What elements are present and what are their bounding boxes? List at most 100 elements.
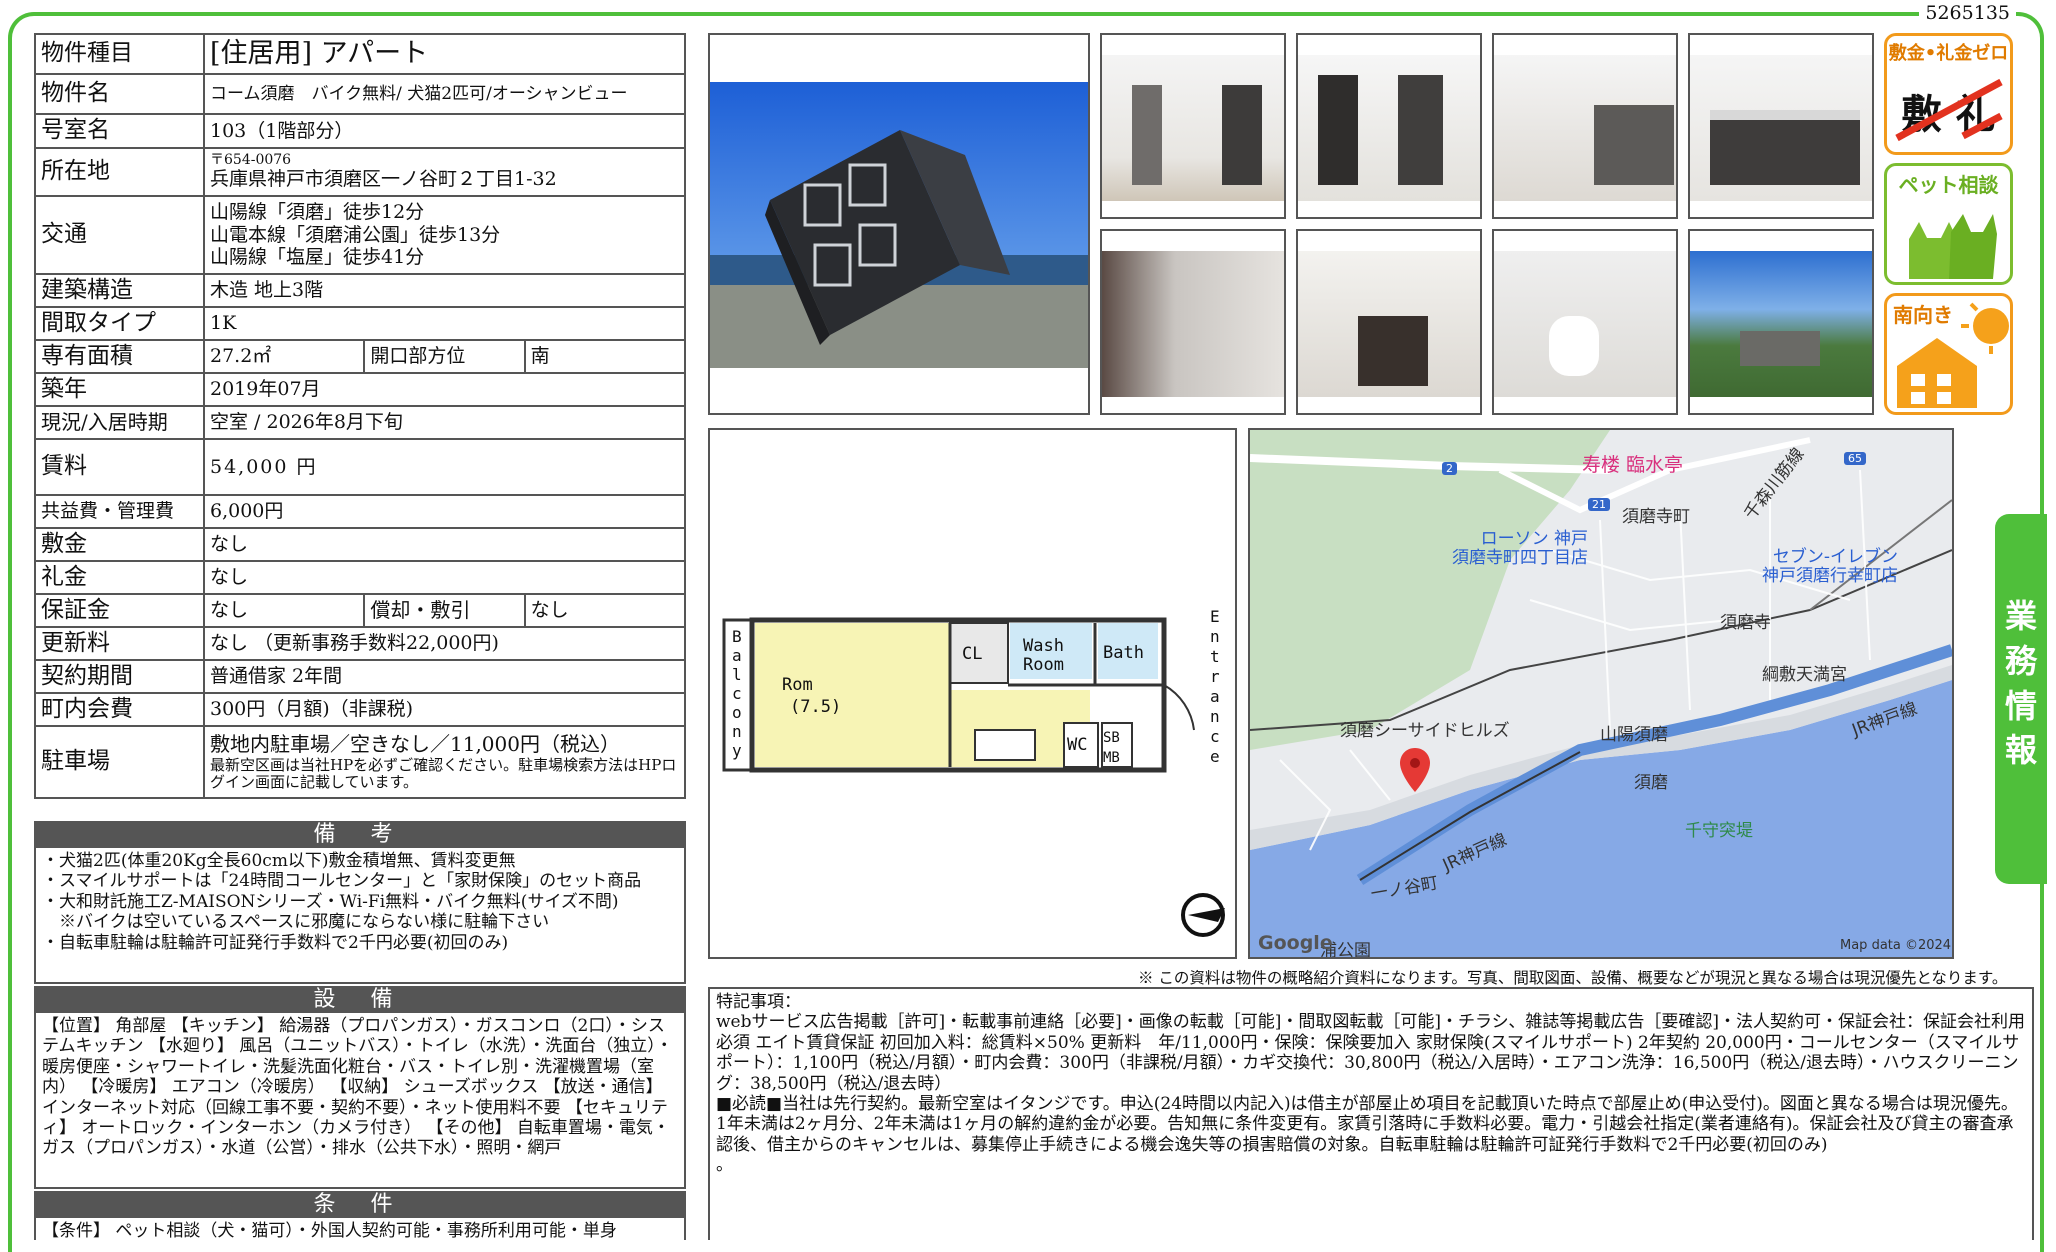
tab-char: 情 <box>2004 686 2037 725</box>
fp-entrance-char: n <box>1210 707 1220 726</box>
fp-entrance-char: e <box>1210 747 1220 766</box>
tab-char: 務 <box>2004 641 2037 680</box>
value-address: 〒654-0076 兵庫県神戸市須磨区一ノ谷町２丁目1-32 <box>203 147 686 197</box>
special-p1: webサービス広告掲載［許可]・転載事前連絡［必要]・画像の転載［可能]・間取図… <box>716 1012 2025 1094</box>
google-logo: Google <box>1258 932 1333 954</box>
map-label: 須磨 <box>1634 773 1668 793</box>
value-parking: 敷地内駐車場／空きなし／11,000円（税込） 最新空区画は当社HPを必ずご確認… <box>203 725 686 799</box>
value-townfee: 300円（月額)（非課税) <box>203 692 686 727</box>
floorplan: Rom (7.5) CL Wash Room Bath WC SB MB Bal… <box>708 428 1237 959</box>
route-marker: 21 <box>1588 498 1610 511</box>
conditions-text: 【条件】 ペット相談（犬・猫可）・外国人契約可能・事務所利用可能・単身 <box>42 1221 617 1240</box>
tab-char: 報 <box>2004 731 2037 770</box>
label-access: 交通 <box>34 195 205 275</box>
interior-photo[interactable] <box>1100 229 1286 415</box>
access-line: 山陽線「須磨」徒歩12分 <box>210 201 425 224</box>
fp-mb: MB <box>1103 750 1120 766</box>
label-room: 号室名 <box>34 113 205 149</box>
badge-text: ペット相談 <box>1898 173 1999 197</box>
row-deposit: 敷金 なし <box>34 527 686 562</box>
value-room: 103（1階部分） <box>203 113 686 149</box>
row-keymoney: 礼金 なし <box>34 560 686 595</box>
fp-cl: CL <box>962 644 982 664</box>
value-name: コーム須磨 バイク無料/ 犬猫2匹可/オーシャンビュー <box>203 73 686 115</box>
property-table: 物件種目 [住居用] アパート 物件名 コーム須磨 バイク無料/ 犬猫2匹可/オ… <box>34 33 687 799</box>
label-opening: 開口部方位 <box>363 339 526 374</box>
badge-text: 敷金•礼金ゼロ <box>1888 43 2009 64</box>
row-fee: 共益費・管理費 6,000円 <box>34 494 686 529</box>
value-status: 空室 / 2026年8月下旬 <box>203 405 686 440</box>
fp-bath: Bath <box>1103 643 1144 663</box>
value-renewal: なし （更新事務手数料22,000円) <box>203 626 686 661</box>
interior-photo[interactable] <box>1296 229 1482 415</box>
no-deposit-badge: 敷金•礼金ゼロ 敷 礼 <box>1884 33 2013 155</box>
row-room: 号室名 103（1階部分） <box>34 113 686 149</box>
map-label: 綱敷天満宮 <box>1762 665 1847 685</box>
fp-sb: SB <box>1103 730 1120 746</box>
interior-photo[interactable] <box>1296 33 1482 219</box>
seven-branch: 神戸須磨行幸町店 <box>1762 565 1898 586</box>
lawson-name: ローソン 神戸 <box>1480 529 1588 549</box>
business-info-tab[interactable]: 業 務 情 報 <box>1995 514 2047 884</box>
value-amortize: なし <box>523 593 687 628</box>
label-guarantee: 保証金 <box>34 593 205 628</box>
special-title: 特記事項： <box>716 992 801 1012</box>
remark-line: ・スマイルサポートは「24時間コールセンター」と「家財保険」のセット商品 <box>42 871 642 892</box>
value-access: 山陽線「須磨」徒歩12分 山電本線「須磨浦公園」徒歩13分 山陽線「塩屋」徒歩4… <box>203 195 686 275</box>
fp-balcony-char: a <box>732 646 742 665</box>
fp-entrance-char: a <box>1210 687 1220 706</box>
fp-wash: Wash <box>1023 636 1064 656</box>
view-photo[interactable] <box>1688 229 1874 415</box>
pet-icon <box>1909 214 1997 279</box>
fp-balcony-char: B <box>732 627 742 646</box>
row-structure: 建築構造 木造 地上3階 <box>34 273 686 308</box>
row-rent: 賃料 54,000 円 <box>34 438 686 496</box>
special-p3: 。 <box>716 1155 733 1176</box>
fp-balcony-char: l <box>732 665 742 684</box>
row-guarantee: 保証金 なし 償却・敷引 なし <box>34 593 687 628</box>
location-pin-icon[interactable] <box>1400 748 1430 792</box>
remarks-box: ・犬猫2匹(体重20Kg全長60cm以下)敷金積増無、賃料変更無 ・スマイルサポ… <box>34 848 686 984</box>
interior-photo[interactable] <box>1688 33 1874 219</box>
row-layout: 間取タイプ 1K <box>34 306 686 341</box>
map-label: 須磨寺町 <box>1622 507 1690 527</box>
conditions-header: 条 件 <box>34 1191 686 1218</box>
label-amortize: 償却・敷引 <box>363 593 526 628</box>
seven-name: セブン-イレブン <box>1772 547 1898 567</box>
value-layout: 1K <box>203 306 686 341</box>
fp-entrance-char: r <box>1210 667 1220 686</box>
label-kind: 物件種目 <box>34 33 205 75</box>
interior-photo[interactable] <box>1492 33 1678 219</box>
row-name: 物件名 コーム須磨 バイク無料/ 犬猫2匹可/オーシャンビュー <box>34 73 686 115</box>
row-townfee: 町内会費 300円（月額)（非課税) <box>34 692 686 727</box>
value-rent: 54,000 円 <box>203 438 686 496</box>
exterior-image <box>710 82 1088 368</box>
row-parking: 駐車場 敷地内駐車場／空きなし／11,000円（税込） 最新空区画は当社HPを必… <box>34 725 686 799</box>
label-rent: 賃料 <box>34 438 205 496</box>
label-built: 築年 <box>34 372 205 407</box>
remark-line: ※バイクは空いているスペースに邪魔にならない様に駐輪下さい <box>42 912 550 933</box>
location-map[interactable]: 寿楼 臨水亭 須磨寺町 ローソン 神戸 須磨寺町四丁目店 セブン-イレブン 神戸… <box>1248 428 1954 959</box>
map-label: 山陽須磨 <box>1600 725 1668 745</box>
label-name: 物件名 <box>34 73 205 115</box>
fp-entrance-char: c <box>1210 727 1220 746</box>
label-townfee: 町内会費 <box>34 692 205 727</box>
special-notes: 特記事項： webサービス広告掲載［許可]・転載事前連絡［必要]・画像の転載［可… <box>708 987 2034 1240</box>
interior-photo[interactable] <box>1100 33 1286 219</box>
map-label: セブン-イレブン 神戸須磨行幸町店 <box>1718 548 1898 585</box>
label-fee: 共益費・管理費 <box>34 494 205 529</box>
route-marker: 65 <box>1844 452 1866 465</box>
remarks-header: 備 考 <box>34 821 686 848</box>
south-badge: 南向き <box>1884 293 2013 415</box>
sun-house-icon <box>1897 302 2009 408</box>
map-label: 千守突堤 <box>1685 821 1753 841</box>
label-layout: 間取タイプ <box>34 306 205 341</box>
exterior-photo[interactable] <box>708 33 1090 415</box>
value-built: 2019年07月 <box>203 372 686 407</box>
fp-room: Rom <box>782 675 813 695</box>
interior-photo[interactable] <box>1492 229 1678 415</box>
map-label: 寿楼 臨水亭 <box>1582 454 1684 476</box>
row-contract: 契約期間 普通借家 2年間 <box>34 659 686 694</box>
route-marker: 2 <box>1442 462 1457 475</box>
disclaimer: ※ この資料は物件の概略紹介資料になります。写真、間取図面、設備、概要などが現況… <box>1138 969 2008 987</box>
